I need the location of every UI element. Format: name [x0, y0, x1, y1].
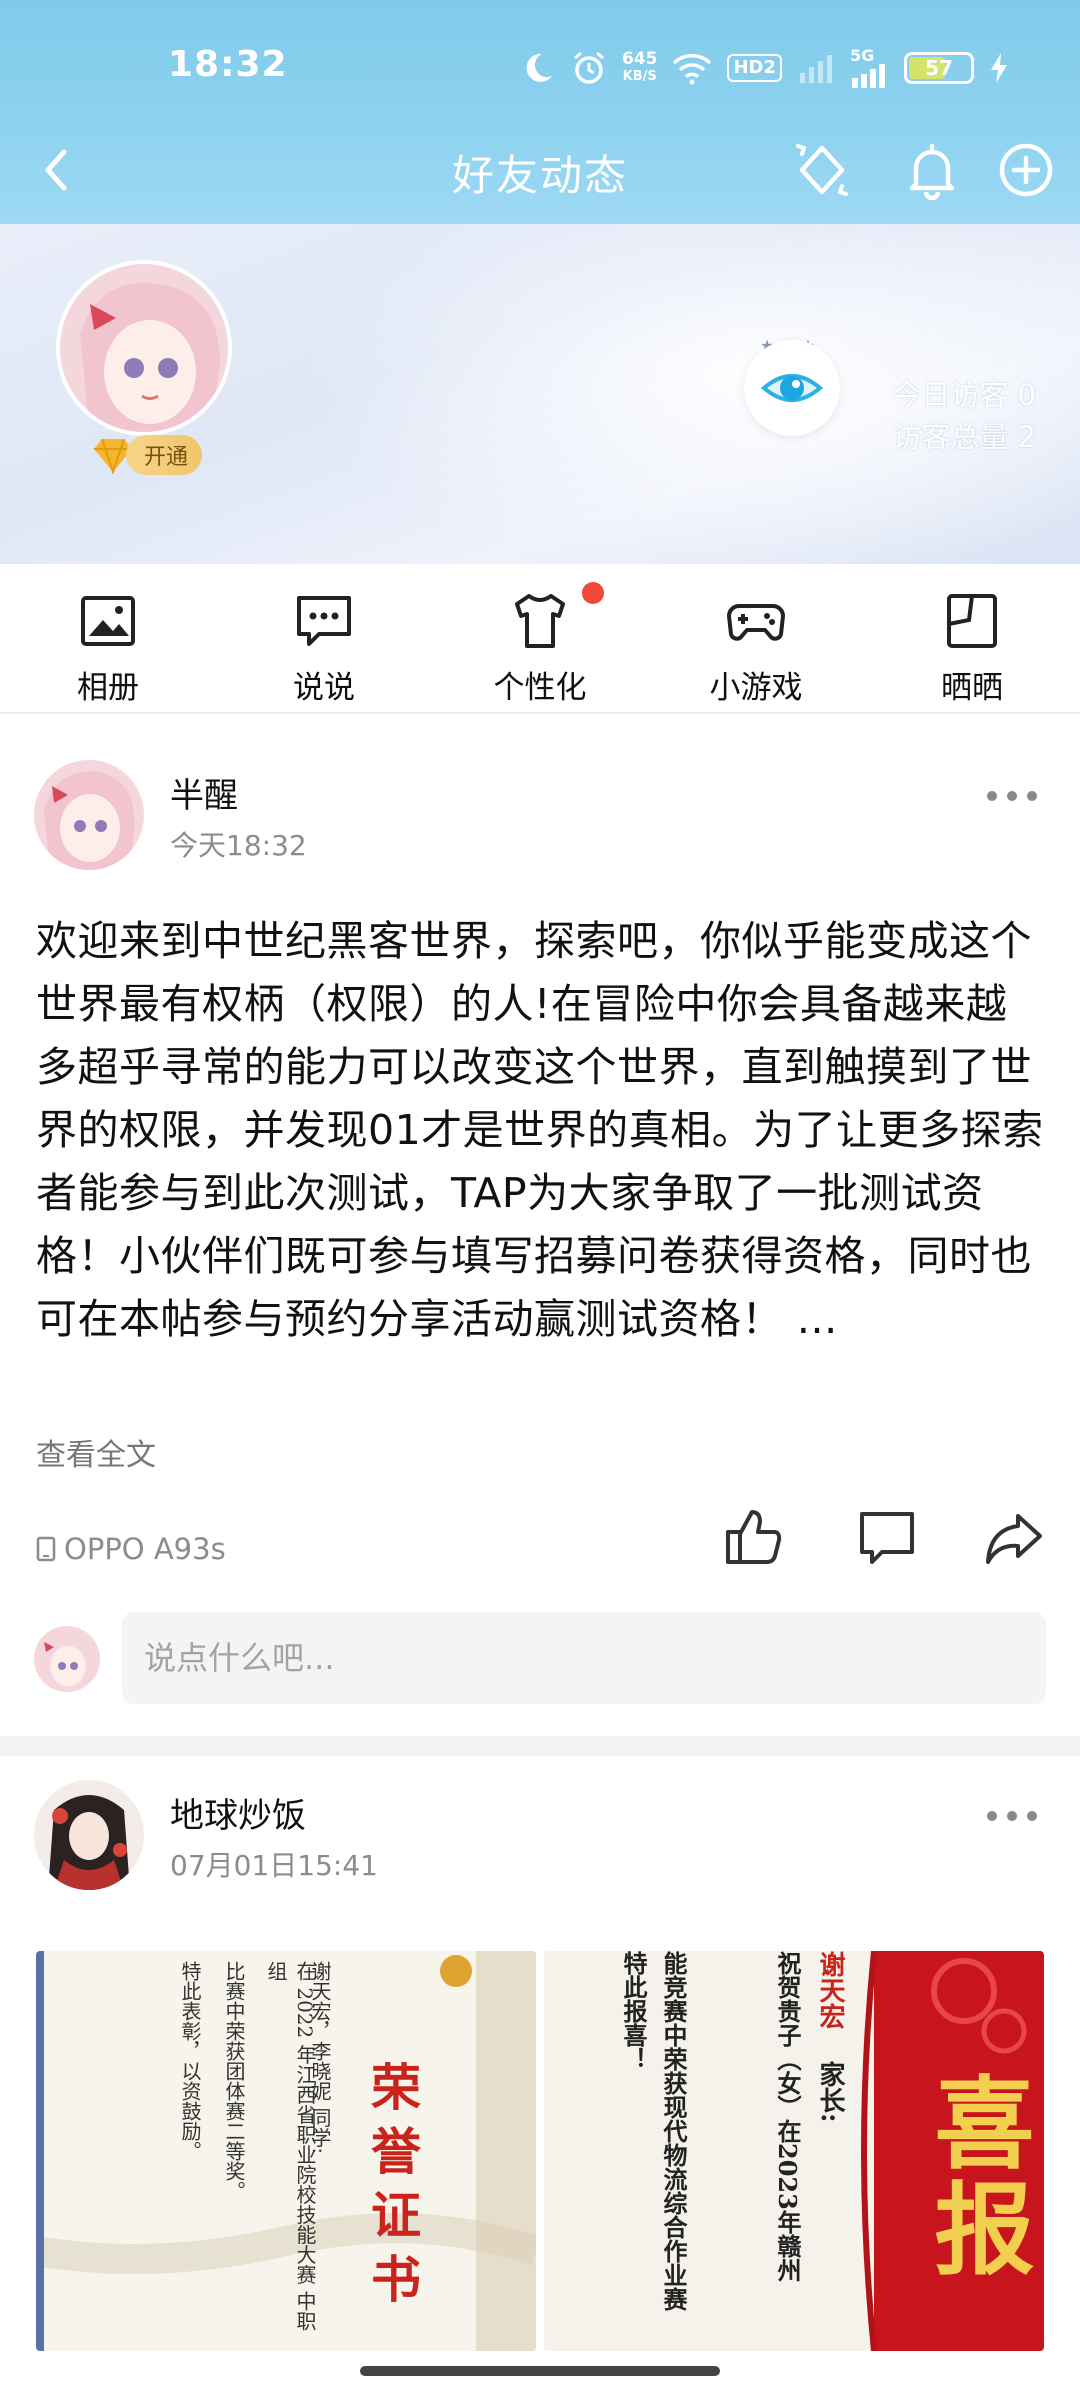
visitor-stats[interactable]: 今日访客 0 访客总量 2 [892, 374, 1036, 458]
good-news-line3: 祝贺贵子（女）在2023年赣州 [773, 1951, 802, 2282]
new-badge-dot [582, 582, 604, 604]
post-device-label: OPPO A93s [64, 1532, 226, 1566]
certificate-line1: 在 2022 年江西省职业院校技能大赛 中职组 [264, 1961, 317, 2331]
header-area: 18:32 645 KB/S HD2 5G 57 好友动态 [0, 0, 1080, 224]
visitor-eye-button[interactable] [744, 340, 840, 436]
nav-share-label: 晒晒 [941, 670, 1003, 706]
feature-nav: 相册 说说 个性化 小游戏 晒晒 [0, 564, 1080, 714]
battery-icon: 57 [904, 52, 974, 84]
good-news-line1: 谢天宏 [815, 1951, 845, 2029]
feed-post: 半醒 今天18:32 欢迎来到中世纪黑客世界，探索吧，你似乎能变成这个世界最有权… [0, 716, 1080, 1736]
certificate-line2: 比赛中荣获团体赛二等奖。 [222, 1961, 246, 2201]
add-circle-icon[interactable] [994, 138, 1058, 202]
good-news-line4: 能竞赛中荣获现代物流综合作业赛 [659, 1951, 688, 2311]
signal-icon [852, 64, 885, 88]
vip-label: 开通 [126, 435, 203, 475]
profile-banner: 开通 ★★★ 今日访客 0 访客总量 2 [0, 224, 1080, 564]
certificate-title: 荣誉证书 [363, 2061, 422, 2317]
avatar-image [34, 1780, 144, 1890]
post-author-name[interactable]: 半醒 [170, 768, 238, 817]
bell-icon[interactable] [900, 138, 964, 202]
nav-minigame-label: 小游戏 [709, 670, 803, 706]
comment-input[interactable] [122, 1612, 1046, 1704]
more-options-icon[interactable] [984, 786, 1040, 806]
nav-personalize-label: 个性化 [493, 670, 587, 706]
hd-badge: HD2 [727, 54, 782, 82]
like-icon[interactable] [722, 1506, 784, 1568]
visitors-total: 访客总量 2 [892, 420, 1036, 454]
post-photo-good-news[interactable]: 谢天宏 家长: 祝贺贵子（女）在2023年赣州 能竞赛中荣获现代物流综合作业赛 … [544, 1951, 1044, 2351]
profile-avatar[interactable] [56, 260, 232, 436]
tshirt-icon [515, 594, 565, 648]
chat-bubble-icon [297, 596, 351, 646]
signal-off-icon [800, 55, 832, 83]
home-indicator[interactable] [360, 2366, 720, 2376]
alarm-icon [574, 51, 604, 84]
title-bar: 好友动态 [0, 120, 1080, 220]
nav-shuoshuo[interactable]: 说说 [216, 564, 432, 712]
post-separator [0, 1736, 1080, 1756]
gamepad-icon [727, 604, 785, 641]
diamond-sparkle-icon[interactable] [790, 138, 854, 202]
net-speed-value: 645 [621, 49, 658, 69]
post-photo-certificate[interactable]: 谢天宏，李晓妮 同学: 在 2022 年江西省职业院校技能大赛 中职组 比赛中荣… [36, 1951, 536, 2351]
battery-level: 57 [925, 56, 953, 80]
comment-icon[interactable] [856, 1506, 918, 1568]
status-time: 18:32 [168, 44, 288, 85]
post-author-name[interactable]: 地球炒饭 [170, 1788, 306, 1837]
avatar-image [34, 1626, 100, 1692]
share-frame-icon [947, 594, 997, 648]
status-bar: 18:32 645 KB/S HD2 5G 57 [0, 0, 1080, 138]
nav-minigame[interactable]: 小游戏 [648, 564, 864, 712]
nav-album-label: 相册 [77, 670, 139, 706]
nav-shuoshuo-label: 说说 [293, 670, 355, 706]
avatar-image [60, 264, 228, 432]
my-avatar [34, 1626, 100, 1692]
signal-5g: 5G [850, 48, 890, 88]
post-author-avatar[interactable] [34, 760, 144, 870]
moon-icon [526, 53, 552, 82]
nav-share[interactable]: 晒晒 [864, 564, 1080, 712]
net-speed-unit: KB/S [622, 69, 657, 84]
feed-post: 地球炒饭 07月01日15:41 谢天宏，李晓妮 同学: 在 2022 年江西省… [0, 1756, 1080, 2400]
share-arrow-icon[interactable] [982, 1506, 1044, 1568]
more-options-icon[interactable] [984, 1806, 1040, 1826]
good-news-line2: 家长: [815, 2061, 845, 2123]
post-time: 07月01日15:41 [170, 1849, 378, 1882]
post-author-avatar[interactable] [34, 1780, 144, 1890]
network-type: 5G [850, 46, 875, 65]
eye-icon [760, 374, 824, 402]
post-device: OPPO A93s [36, 1532, 226, 1566]
status-icons: 645 KB/S HD2 5G 57 [520, 40, 1010, 96]
post-time: 今天18:32 [170, 829, 307, 862]
nav-album[interactable]: 相册 [0, 564, 216, 712]
phone-icon [36, 1536, 56, 1562]
nav-personalize[interactable]: 个性化 [432, 564, 648, 712]
certificate-line3: 特此表彰，以资鼓励。 [178, 1961, 202, 2161]
good-news-line5: 特此报喜！ [619, 1951, 648, 2071]
visitors-today: 今日访客 0 [892, 378, 1036, 412]
read-more-link[interactable]: 查看全文 [36, 1430, 156, 1474]
album-icon [81, 596, 135, 646]
avatar-image [34, 760, 144, 870]
vip-badge[interactable]: 开通 [92, 434, 203, 476]
wifi-icon [673, 54, 712, 85]
good-news-headline: 喜报 [917, 2071, 1035, 2283]
post-text: 欢迎来到中世纪黑客世界，探索吧，你似乎能变成这个世界最有权柄（权限）的人!在冒险… [36, 917, 1044, 1343]
charging-icon [991, 53, 1007, 83]
net-speed: 645 KB/S [622, 50, 658, 86]
